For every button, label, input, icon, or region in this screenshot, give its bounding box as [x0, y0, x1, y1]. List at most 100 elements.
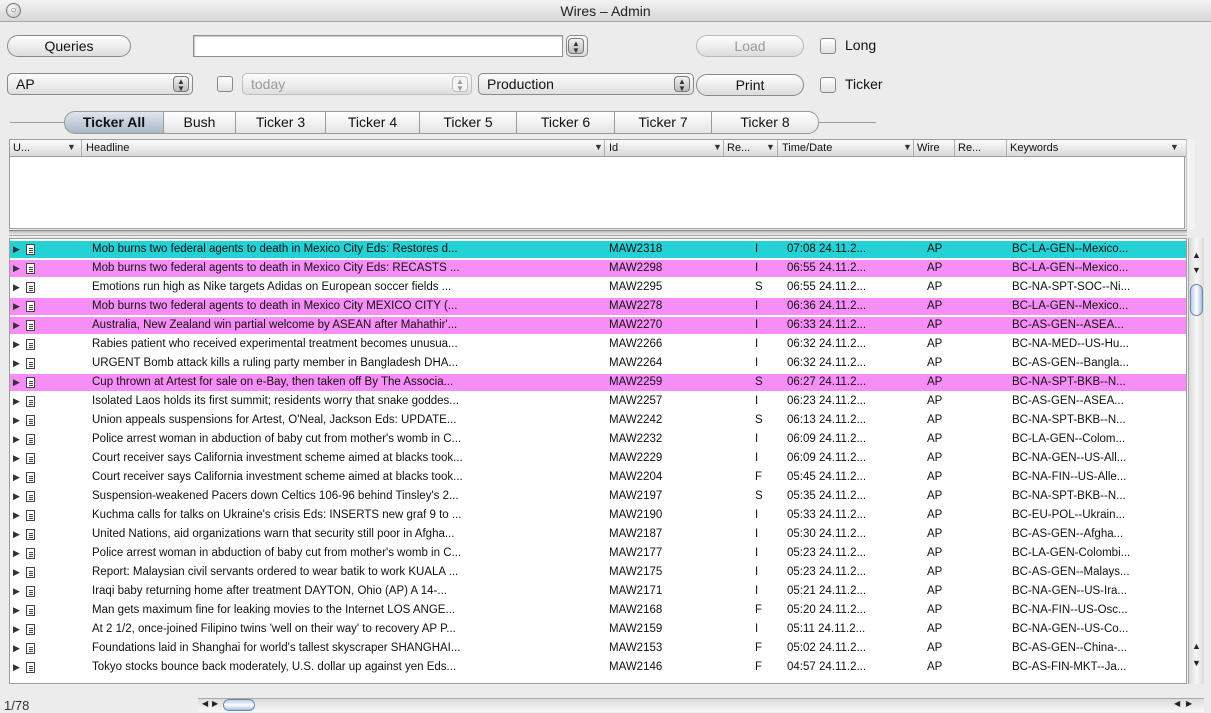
scroll-left-icon[interactable]: ◀ — [1174, 699, 1180, 708]
column-separator[interactable] — [723, 140, 724, 156]
source-select[interactable]: AP ▲ ▼ — [7, 73, 193, 95]
disclosure-triangle-icon[interactable]: ▶ — [13, 298, 20, 315]
col-id-header[interactable]: Id — [609, 142, 618, 154]
disclosure-triangle-icon[interactable]: ▶ — [13, 393, 20, 410]
scroll-up-icon[interactable]: ▲ — [1192, 641, 1201, 651]
disclosure-triangle-icon[interactable]: ▶ — [13, 564, 20, 581]
scroll-up-icon[interactable]: ▲ — [1192, 250, 1201, 260]
col-wire-header[interactable]: Wire — [917, 142, 940, 154]
selected-items-pane[interactable] — [9, 157, 1185, 229]
list-item[interactable]: ▶ Suspension-weakened Pacers down Celtics… — [10, 488, 1186, 505]
tab-ticker-all[interactable]: Ticker All — [64, 111, 164, 134]
list-item[interactable]: ▶ Man gets maximum fine for leaking movie… — [10, 602, 1186, 619]
query-history-popup[interactable]: ▲ ▼ — [566, 35, 588, 57]
list-item[interactable]: ▶ Cup thrown at Artest for sale on e-Bay,… — [10, 374, 1186, 391]
list-item[interactable]: ▶ Mob burns two federal agents to death i… — [10, 241, 1186, 258]
disclosure-triangle-icon[interactable]: ▶ — [13, 355, 20, 372]
col-u-header[interactable]: U... — [13, 142, 30, 154]
scroll-down-icon[interactable]: ▼ — [1192, 658, 1201, 668]
load-button[interactable]: Load — [696, 35, 804, 57]
list-item[interactable]: ▶ Tokyo stocks bounce back moderately, U.… — [10, 659, 1186, 676]
tab-ticker-5[interactable]: Ticker 5 — [419, 111, 517, 134]
sort-arrow-icon[interactable]: ▼ — [903, 142, 912, 152]
disclosure-triangle-icon[interactable]: ▶ — [13, 412, 20, 429]
list-item[interactable]: ▶ Court receiver says California investme… — [10, 450, 1186, 467]
scroll-down-icon[interactable]: ▼ — [1192, 265, 1201, 275]
list-item[interactable]: ▶ Kuchma calls for talks on Ukraine's cri… — [10, 507, 1186, 524]
disclosure-triangle-icon[interactable]: ▶ — [13, 431, 20, 448]
sort-arrow-icon[interactable]: ▼ — [766, 142, 775, 152]
disclosure-triangle-icon[interactable]: ▶ — [13, 374, 20, 391]
query-input[interactable] — [193, 35, 563, 57]
sort-arrow-icon[interactable]: ▼ — [67, 142, 76, 152]
list-item[interactable]: ▶ Union appeals suspensions for Artest, O… — [10, 412, 1186, 429]
print-button[interactable]: Print — [696, 74, 804, 96]
list-item[interactable]: ▶ Police arrest woman in abduction of bab… — [10, 431, 1186, 448]
list-item[interactable]: ▶ Rabies patient who received experimenta… — [10, 336, 1186, 353]
disclosure-triangle-icon[interactable]: ▶ — [13, 583, 20, 600]
list-item[interactable]: ▶ Court receiver says California investme… — [10, 469, 1186, 486]
queries-button[interactable]: Queries — [7, 35, 131, 57]
column-separator[interactable] — [913, 140, 914, 156]
disclosure-triangle-icon[interactable]: ▶ — [13, 260, 20, 277]
horizontal-scrollbar[interactable]: ◀ ▶ ◀ ▶ — [198, 698, 1204, 712]
list-item[interactable]: ▶ Mob burns two federal agents to death i… — [10, 260, 1186, 277]
sort-arrow-icon[interactable]: ▼ — [594, 142, 603, 152]
upper-scrollbar[interactable] — [1186, 139, 1195, 231]
column-separator[interactable] — [954, 140, 955, 156]
disclosure-triangle-icon[interactable]: ▶ — [13, 507, 20, 524]
list-item[interactable]: ▶ United Nations, aid organizations warn … — [10, 526, 1186, 543]
disclosure-triangle-icon[interactable]: ▶ — [13, 659, 20, 676]
wire-list[interactable]: ▶ Mob burns two federal agents to death i… — [9, 238, 1187, 684]
col-re-header[interactable]: Re... — [727, 142, 750, 154]
vertical-scrollbar[interactable]: ▲ ▼ ▲ ▼ — [1188, 238, 1204, 684]
column-separator[interactable] — [81, 140, 82, 156]
scroll-left-icon[interactable]: ◀ — [202, 699, 208, 708]
disclosure-triangle-icon[interactable]: ▶ — [13, 526, 20, 543]
disclosure-triangle-icon[interactable]: ▶ — [13, 469, 20, 486]
list-item[interactable]: ▶ Isolated Laos holds its first summit; r… — [10, 393, 1186, 410]
column-separator[interactable] — [1006, 140, 1007, 156]
date-checkbox[interactable] — [217, 76, 233, 92]
col-headline-header[interactable]: Headline — [86, 142, 129, 154]
tab-ticker-3[interactable]: Ticker 3 — [235, 111, 326, 134]
disclosure-triangle-icon[interactable]: ▶ — [13, 241, 20, 258]
tab-ticker-6[interactable]: Ticker 6 — [516, 111, 615, 134]
col-time-header[interactable]: Time/Date — [782, 142, 832, 154]
disclosure-triangle-icon[interactable]: ▶ — [13, 602, 20, 619]
disclosure-triangle-icon[interactable]: ▶ — [13, 488, 20, 505]
scroll-right-icon[interactable]: ▶ — [212, 699, 218, 708]
pane-splitter[interactable] — [9, 230, 1187, 236]
disclosure-triangle-icon[interactable]: ▶ — [13, 336, 20, 353]
scroll-right-icon[interactable]: ▶ — [1186, 699, 1192, 708]
tab-ticker-4[interactable]: Ticker 4 — [325, 111, 420, 134]
list-item[interactable]: ▶ Australia, New Zealand win partial welc… — [10, 317, 1186, 334]
scroll-thumb[interactable] — [223, 699, 255, 711]
list-item[interactable]: ▶ Foundations laid in Shanghai for world'… — [10, 640, 1186, 657]
disclosure-triangle-icon[interactable]: ▶ — [13, 545, 20, 562]
disclosure-triangle-icon[interactable]: ▶ — [13, 621, 20, 638]
tab-ticker-7[interactable]: Ticker 7 — [614, 111, 712, 134]
disclosure-triangle-icon[interactable]: ▶ — [13, 317, 20, 334]
list-item[interactable]: ▶ Emotions run high as Nike targets Adida… — [10, 279, 1186, 296]
disclosure-triangle-icon[interactable]: ▶ — [13, 279, 20, 296]
sort-arrow-icon[interactable]: ▼ — [1170, 142, 1179, 152]
col-keywords-header[interactable]: Keywords — [1010, 142, 1058, 154]
disclosure-triangle-icon[interactable]: ▶ — [13, 640, 20, 657]
ticker-checkbox[interactable] — [820, 77, 836, 93]
list-item[interactable]: ▶ URGENT Bomb attack kills a ruling party… — [10, 355, 1186, 372]
column-separator[interactable] — [777, 140, 778, 156]
list-item[interactable]: ▶ Mob burns two federal agents to death i… — [10, 298, 1186, 315]
col-re2-header[interactable]: Re... — [958, 142, 981, 154]
disclosure-triangle-icon[interactable]: ▶ — [13, 450, 20, 467]
long-checkbox[interactable] — [820, 38, 836, 54]
tab-ticker-8[interactable]: Ticker 8 — [711, 111, 819, 134]
list-item[interactable]: ▶ Report: Malaysian civil servants ordere… — [10, 564, 1186, 581]
column-separator[interactable] — [604, 140, 605, 156]
list-item[interactable]: ▶ Iraqi baby returning home after treatme… — [10, 583, 1186, 600]
list-item[interactable]: ▶ Police arrest woman in abduction of bab… — [10, 545, 1186, 562]
tab-bush[interactable]: Bush — [163, 111, 236, 134]
environment-select[interactable]: Production ▲ ▼ — [478, 73, 694, 95]
scroll-thumb[interactable] — [1190, 284, 1203, 316]
date-select[interactable]: today ▲ ▼ — [242, 73, 472, 95]
